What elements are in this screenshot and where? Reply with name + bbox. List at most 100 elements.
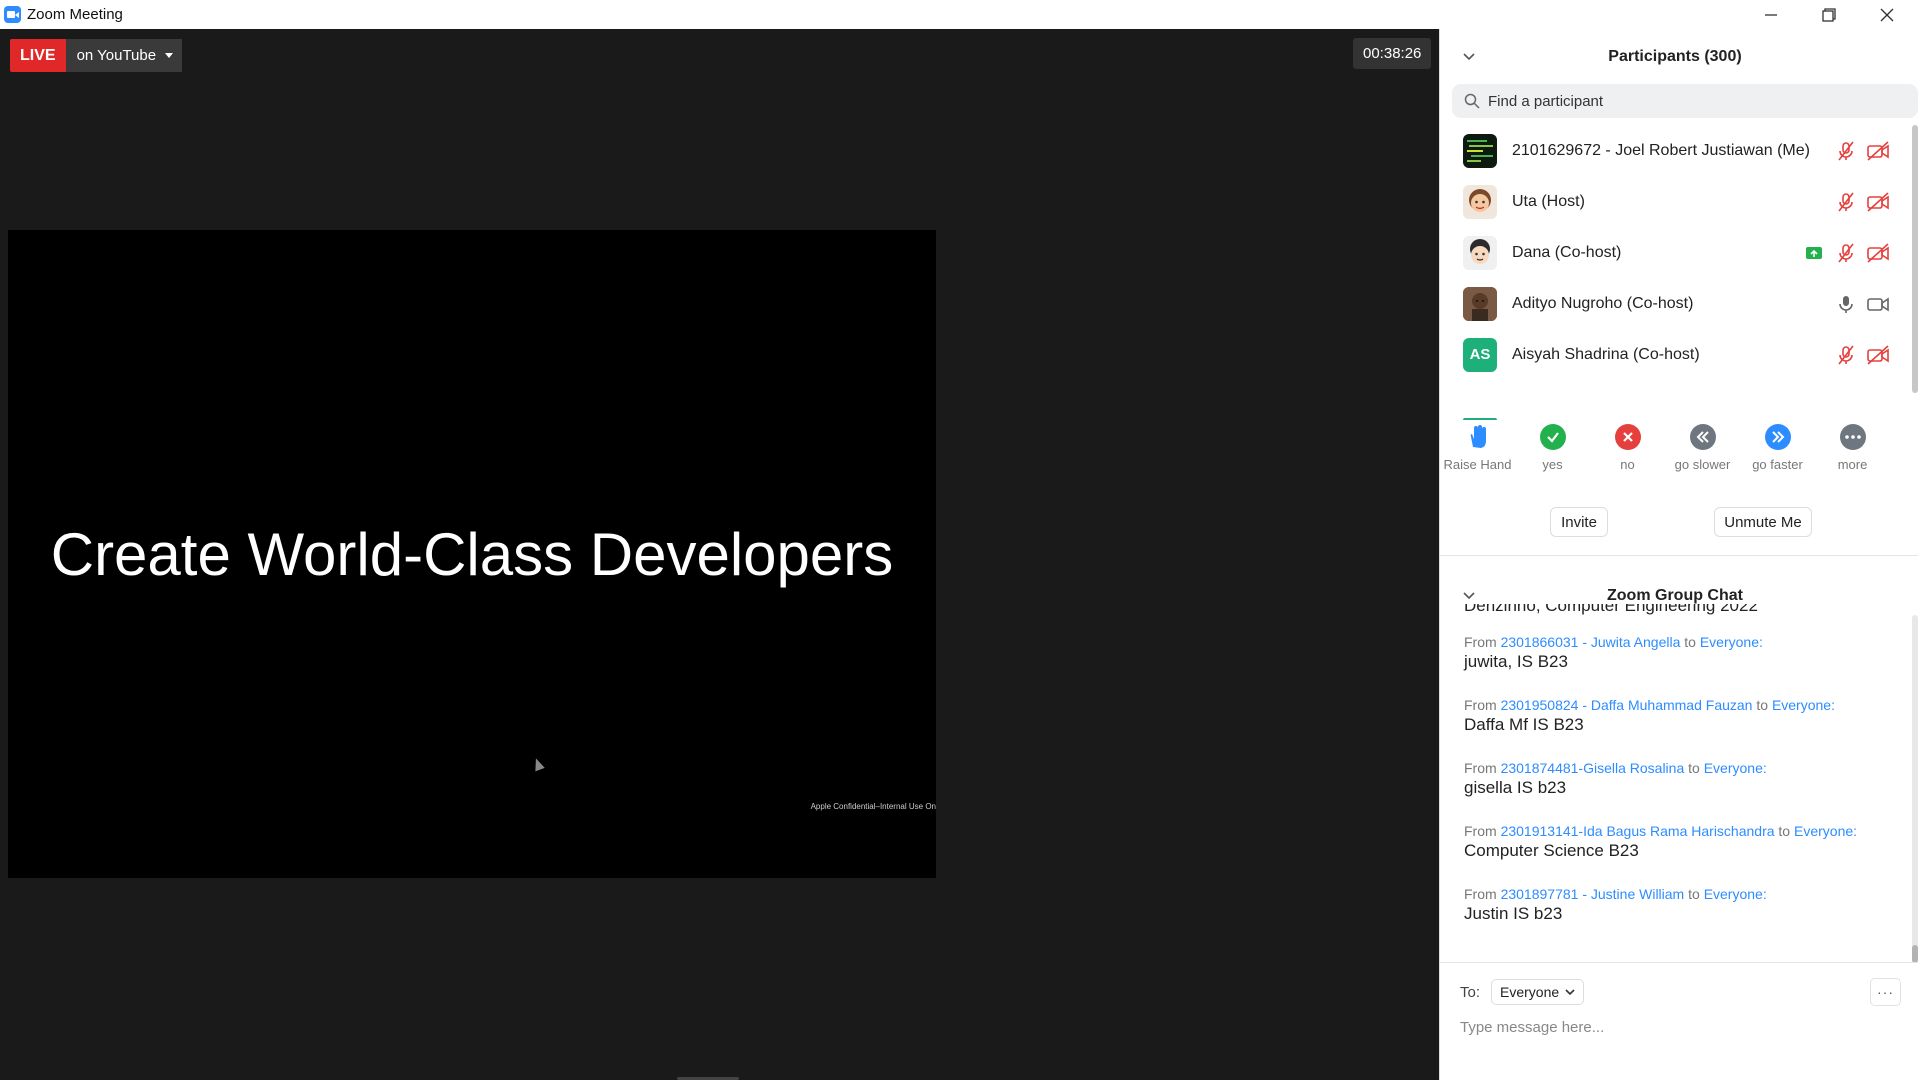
meeting-timer: 00:38:26 <box>1353 38 1432 69</box>
raise-hand-icon <box>1465 424 1491 450</box>
participant-list: 2101629672 - Joel Robert Justiawan (Me) … <box>1440 125 1910 420</box>
video-off-icon[interactable] <box>1866 139 1890 163</box>
participant-row[interactable]: Adityo Nugroho (Co-host) <box>1440 278 1910 329</box>
live-platform-dropdown[interactable]: on YouTube <box>65 39 183 72</box>
mouse-cursor-icon <box>531 756 545 772</box>
participant-name: Dana (Co-host) <box>1512 243 1622 261</box>
participant-name: 2101629672 - Joel Robert Justiawan (Me) <box>1512 141 1810 159</box>
divider <box>1440 962 1918 963</box>
participant-scrollbar[interactable] <box>1912 125 1918 393</box>
participant-row[interactable]: AS Aisyah Shadrina (Co-host) <box>1440 329 1910 380</box>
message-text: Justin IS b23 <box>1464 904 1563 923</box>
recipient-name[interactable]: Everyone: <box>1704 760 1767 776</box>
go-slower-button[interactable]: go slower <box>1665 424 1740 484</box>
video-off-icon[interactable] <box>1866 241 1890 265</box>
invite-button[interactable]: Invite <box>1550 507 1608 537</box>
message-text: Daffa Mf IS B23 <box>1464 715 1584 734</box>
participants-header: Participants (300) <box>1440 43 1910 71</box>
participant-row[interactable]: 2101629672 - Joel Robert Justiawan (Me) <box>1440 125 1910 176</box>
avatar <box>1463 184 1497 219</box>
participant-row[interactable]: Uta (Host) <box>1440 176 1910 227</box>
recipient-dropdown[interactable]: Everyone <box>1491 979 1585 1005</box>
avatar <box>1463 133 1497 168</box>
chat-title: Zoom Group Chat <box>1607 587 1743 604</box>
message-text: gisella IS b23 <box>1464 778 1567 797</box>
chat-message: From 2301866031 - Juwita Angella to Ever… <box>1464 634 1904 672</box>
chat-message-list: Denzinho, Computer Engineering 2022 From… <box>1440 604 1910 956</box>
zoom-app-icon <box>4 6 21 23</box>
raise-hand-button[interactable]: Raise Hand <box>1440 424 1515 484</box>
restore-icon <box>1822 7 1836 22</box>
mic-muted-icon[interactable] <box>1834 343 1858 367</box>
sender-name[interactable]: 2301950824 - Daffa Muhammad Fauzan <box>1501 697 1753 713</box>
go-faster-button[interactable]: go faster <box>1740 424 1815 484</box>
participant-row[interactable]: Dana (Co-host) <box>1440 227 1910 278</box>
recipient-name[interactable]: Everyone: <box>1794 823 1857 839</box>
more-icon <box>1839 424 1866 450</box>
no-button[interactable]: no <box>1590 424 1665 484</box>
chat-message: From 2301897781 - Justine William to Eve… <box>1464 886 1904 924</box>
chat-message: From 2301950824 - Daffa Muhammad Fauzan … <box>1464 697 1904 735</box>
message-text: juwita, IS B23 <box>1464 652 1568 671</box>
participant-name: Adityo Nugroho (Co-host) <box>1512 294 1694 312</box>
close-icon <box>1880 8 1894 21</box>
scrollbar-thumb[interactable] <box>1912 125 1918 393</box>
sender-name[interactable]: 2301897781 - Justine William <box>1501 886 1685 902</box>
rewind-icon <box>1689 424 1716 450</box>
mic-muted-icon[interactable] <box>1834 139 1858 163</box>
message-text: Computer Science B23 <box>1464 841 1639 860</box>
chat-more-button[interactable]: ··· <box>1870 978 1901 1006</box>
sender-name[interactable]: 2301913141-Ida Bagus Rama Harischandra <box>1501 823 1775 839</box>
recipient-name[interactable]: Everyone: <box>1704 886 1767 902</box>
video-off-icon[interactable] <box>1866 190 1890 214</box>
avatar-initials: AS <box>1463 337 1497 372</box>
sender-name[interactable]: 2301874481-Gisella Rosalina <box>1501 760 1685 776</box>
avatar <box>1463 235 1497 270</box>
chat-message-input[interactable] <box>1460 1014 1900 1040</box>
chat-scrollbar[interactable] <box>1912 615 1918 963</box>
live-platform-label: on YouTube <box>76 47 157 64</box>
scrollbar-thumb[interactable] <box>1912 945 1918 963</box>
check-icon <box>1539 424 1566 450</box>
caret-down-icon <box>165 53 174 58</box>
mic-muted-icon[interactable] <box>1834 190 1858 214</box>
participants-title: Participants (300) <box>1608 48 1742 65</box>
video-icon[interactable] <box>1866 292 1890 316</box>
mic-icon[interactable] <box>1834 292 1858 316</box>
more-reactions-button[interactable]: more <box>1815 424 1890 484</box>
shared-slide: Create World-Class Developers Apple Conf… <box>8 230 936 878</box>
recipient-name[interactable]: Everyone: <box>1772 697 1835 713</box>
chat-message: From 2301874481-Gisella Rosalina to Ever… <box>1464 760 1904 798</box>
mic-muted-icon[interactable] <box>1834 241 1858 265</box>
participant-search-box[interactable] <box>1452 84 1918 118</box>
side-panel: Participants (300) 2101629672 - Joel Rob… <box>1439 29 1920 1080</box>
chevron-down-icon <box>1565 989 1575 996</box>
live-stream-badge[interactable]: LIVE on YouTube <box>10 39 183 72</box>
chevron-down-icon[interactable] <box>1462 50 1476 69</box>
title-bar: Zoom Meeting <box>0 0 1920 29</box>
minimize-button[interactable] <box>1742 0 1800 29</box>
yes-button[interactable]: yes <box>1515 424 1590 484</box>
participant-search-input[interactable] <box>1488 92 1908 110</box>
search-icon <box>1464 93 1480 109</box>
shared-screen-area: LIVE on YouTube 00:38:26 Create World-Cl… <box>0 29 1439 1080</box>
x-icon <box>1614 424 1641 450</box>
recipient-value: Everyone <box>1500 984 1560 1000</box>
video-off-icon[interactable] <box>1866 343 1890 367</box>
window-title: Zoom Meeting <box>27 6 123 23</box>
close-window-button[interactable] <box>1858 0 1916 29</box>
partial-avatar <box>1463 418 1497 420</box>
participant-name: Aisyah Shadrina (Co-host) <box>1512 345 1700 363</box>
slide-title: Create World-Class Developers <box>50 521 894 588</box>
to-label: To: <box>1460 984 1481 1001</box>
divider <box>1440 555 1918 556</box>
screen-share-icon[interactable] <box>1802 241 1826 265</box>
participant-name: Uta (Host) <box>1512 192 1585 210</box>
live-label: LIVE <box>10 39 66 72</box>
recipient-name[interactable]: Everyone: <box>1700 634 1763 650</box>
avatar <box>1463 286 1497 321</box>
minimize-icon <box>1765 13 1777 16</box>
unmute-me-button[interactable]: Unmute Me <box>1714 507 1812 537</box>
sender-name[interactable]: 2301866031 - Juwita Angella <box>1501 634 1681 650</box>
restore-button[interactable] <box>1800 0 1858 29</box>
